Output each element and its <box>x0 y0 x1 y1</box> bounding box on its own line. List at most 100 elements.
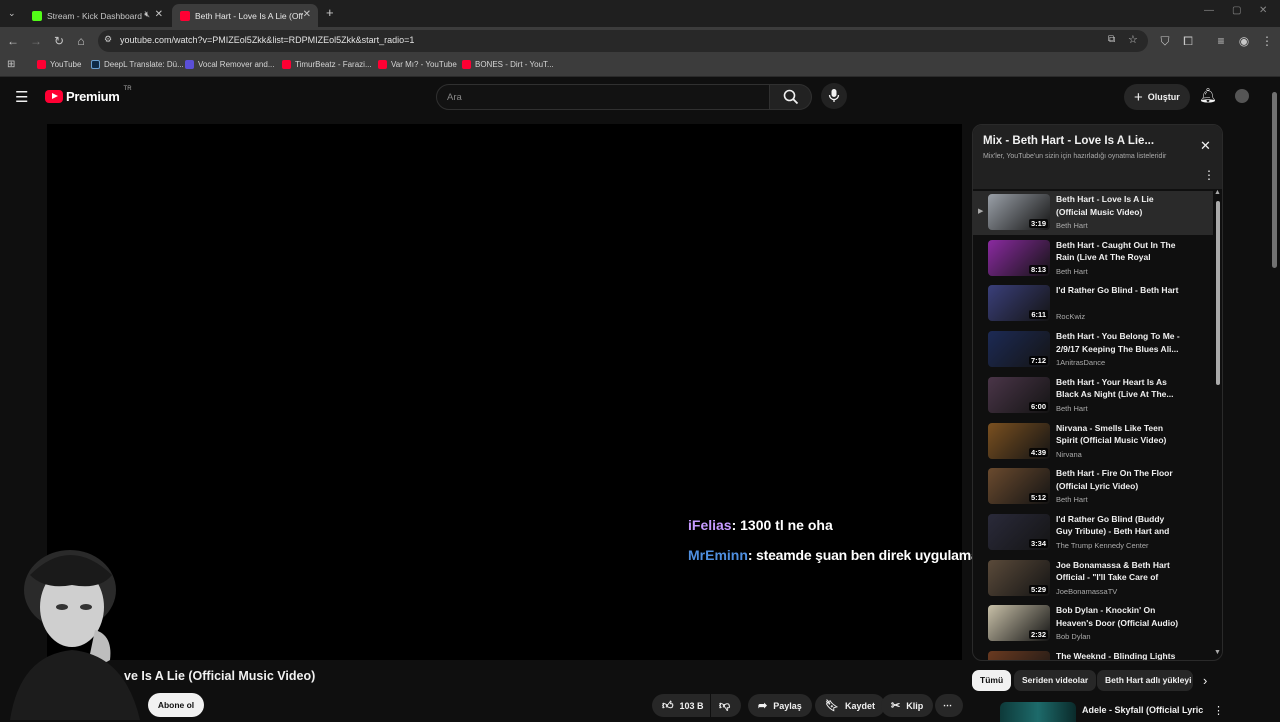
bookmark-icon: 🔖︎ <box>825 700 839 712</box>
tab-close-icon[interactable]: ✕ <box>303 9 311 20</box>
playlist-thumbnail[interactable]: 5:29 <box>988 559 1050 596</box>
chip-label: Seriden videolar <box>1022 675 1089 685</box>
page-scrollbar-thumb[interactable] <box>1272 92 1277 268</box>
reload-icon[interactable]: ↻ <box>52 34 66 48</box>
tab-close-icon[interactable]: ✕ <box>155 9 163 20</box>
avatar[interactable] <box>1235 89 1249 103</box>
youtube-icon <box>462 60 471 69</box>
video-title: ve Is A Lie (Official Music Video) <box>124 669 316 683</box>
extension-shield-icon[interactable]: ⛉ <box>1158 34 1172 48</box>
window-close-icon[interactable]: ✕ <box>1259 5 1267 16</box>
clip-button[interactable]: ✂ Klip <box>881 694 934 717</box>
bookmark-timurbeatz[interactable]: TimurBeatz - Farazi... <box>282 60 372 69</box>
scroll-down-icon[interactable]: ▼ <box>1214 649 1221 656</box>
playlist-item-title: Joe Bonamassa & Beth Hart Official - "I'… <box>1056 559 1170 583</box>
bookmark-star-icon[interactable]: ☆ <box>1128 33 1138 46</box>
install-icon[interactable]: ⧉ <box>1108 34 1115 45</box>
playlist-item[interactable]: 4:39 Nirvana - Smells Like Teen Spirit (O… <box>973 420 1213 464</box>
guide-menu-icon[interactable]: ☰ <box>15 88 28 106</box>
subscribe-button[interactable]: Abone ol <box>148 693 204 717</box>
playlist-thumbnail[interactable]: 5:12 <box>988 468 1050 505</box>
playlist-thumbnail[interactable]: 8:13 <box>988 239 1050 276</box>
playlist-menu-icon[interactable]: ⋮ <box>1203 168 1215 182</box>
scrollbar-track[interactable]: ▲ ▼ <box>1214 189 1222 660</box>
bookmark-bones-dirt[interactable]: BONES - Dirt - YouT... <box>462 60 554 69</box>
tab-kick-dashboard[interactable]: Stream - Kick Dashboard 🔇︎ ✕ <box>24 4 170 27</box>
share-button[interactable]: ➦ Paylaş <box>748 694 812 717</box>
playlist-thumbnail[interactable] <box>988 651 1050 660</box>
playlist-item-title: Beth Hart - Fire On The Floor (Official … <box>1056 468 1173 491</box>
chip-uploader[interactable]: Beth Hart adlı yükleyi <box>1097 670 1193 691</box>
playlist-item-title: I'd Rather Go Blind (Buddy Guy Tribute) … <box>1056 513 1170 537</box>
duration-badge: 2:32 <box>1028 630 1048 640</box>
playlist-thumbnail[interactable]: 6:11 <box>988 285 1050 322</box>
search-input[interactable]: Ara <box>436 84 770 110</box>
like-button[interactable]: 👍︎ 103 B <box>652 694 710 717</box>
playlist-thumbnail[interactable]: 6:00 <box>988 376 1050 413</box>
new-tab-button[interactable]: + <box>326 5 334 20</box>
playlist-thumbnail[interactable]: 2:32 <box>988 605 1050 642</box>
suggested-title[interactable]: Adele - Skyfall (Official Lyric <box>1082 705 1203 715</box>
chip-series-videos[interactable]: Seriden videolar <box>1014 670 1097 691</box>
bookmark-var-mi[interactable]: Var Mı? - YouTube <box>378 60 457 69</box>
bookmark-vocal-remover[interactable]: Vocal Remover and... <box>185 60 274 69</box>
video-player[interactable] <box>47 124 962 660</box>
playlist-item-title: Beth Hart - Love Is A Lie (Official Musi… <box>1056 194 1154 217</box>
suggested-menu-icon[interactable]: ⋮ <box>1213 704 1224 717</box>
playlist-item[interactable]: 6:00 Beth Hart - Your Heart Is As Black A… <box>973 374 1213 418</box>
playlist-item[interactable]: 2:32 Bob Dylan - Knockin' On Heaven's Doo… <box>973 602 1213 646</box>
playlist-item[interactable]: 5:12 Beth Hart - Fire On The Floor (Offic… <box>973 465 1213 509</box>
chevron-right-icon[interactable]: › <box>1203 673 1207 688</box>
playlist-item[interactable]: 7:12 Beth Hart - You Belong To Me - 2/9/1… <box>973 328 1213 372</box>
search-button[interactable] <box>770 84 812 110</box>
playlist-item[interactable]: The Weeknd - Blinding Lights <box>973 648 1213 660</box>
youtube-icon <box>282 60 291 69</box>
save-button[interactable]: 🔖︎ Kaydet <box>815 694 885 717</box>
minimize-icon[interactable]: — <box>1204 5 1214 16</box>
playlist-item[interactable]: 5:29 Joe Bonamassa & Beth Hart Official -… <box>973 557 1213 601</box>
playlist-item[interactable]: ▶ 3:19 Beth Hart - Love Is A Lie (Official… <box>973 191 1213 235</box>
address-bar[interactable]: ⚙︎ youtube.com/watch?v=PMIZEol5Zkk&list=… <box>98 30 1148 52</box>
notifications-bell-icon[interactable]: 🔔︎ <box>1199 87 1217 104</box>
playlist-thumbnail[interactable]: 3:19 <box>988 194 1050 230</box>
chip-all[interactable]: Tümü <box>972 670 1012 691</box>
youtube-premium-logo[interactable]: Premium TR <box>45 86 132 104</box>
voice-search-button[interactable] <box>821 83 847 109</box>
dislike-button[interactable]: 👎︎ <box>711 694 741 717</box>
more-actions-button[interactable]: ⋯ <box>935 694 963 717</box>
suggested-thumbnail[interactable] <box>1000 702 1076 722</box>
forward-icon[interactable]: → <box>29 34 43 48</box>
playlist-item[interactable]: 3:34 I'd Rather Go Blind (Buddy Guy Tribu… <box>973 511 1213 555</box>
bookmark-youtube[interactable]: YouTube <box>37 60 81 69</box>
menu-icon[interactable]: ⋮ <box>1260 34 1274 48</box>
playlist-title[interactable]: Mix - Beth Hart - Love Is A Lie... <box>983 135 1154 147</box>
playlist-item[interactable]: 8:13 Beth Hart - Caught Out In The Rain (… <box>973 237 1213 281</box>
site-info-icon[interactable]: ⚙︎ <box>104 34 112 45</box>
chat-username: iFelias <box>688 517 732 533</box>
webcam-overlay <box>10 550 140 720</box>
home-icon[interactable]: ⌂ <box>74 34 88 48</box>
playlist-thumbnail[interactable]: 7:12 <box>988 331 1050 368</box>
url-text: youtube.com/watch?v=PMIZEol5Zkk&list=RDP… <box>120 35 415 45</box>
playlist-item-channel: The Trump Kennedy Center <box>1056 540 1149 550</box>
maximize-icon[interactable]: ▢ <box>1232 5 1241 16</box>
kick-icon <box>32 10 42 21</box>
bookmark-deepl[interactable]: DeepL Translate: Dü... <box>91 60 184 69</box>
scroll-up-icon[interactable]: ▲ <box>1214 189 1221 196</box>
playlist-item-channel: Beth Hart <box>1056 266 1088 276</box>
apps-icon[interactable]: ⊞ <box>7 59 15 70</box>
tab-search-icon[interactable]: ⌄ <box>8 8 16 19</box>
create-button[interactable]: + Oluştur <box>1124 84 1190 110</box>
back-icon[interactable]: ← <box>6 34 20 48</box>
profile-icon[interactable]: ◉ <box>1237 34 1251 48</box>
mute-icon[interactable]: 🔇︎ <box>144 9 150 20</box>
scrollbar-thumb[interactable] <box>1216 201 1220 385</box>
media-control-icon[interactable]: ≡ <box>1214 34 1228 48</box>
playlist-thumbnail[interactable]: 3:34 <box>988 513 1050 550</box>
playlist-thumbnail[interactable]: 4:39 <box>988 422 1050 459</box>
tab-youtube-video[interactable]: Beth Hart - Love Is A Lie (Officia ✕ <box>172 4 318 27</box>
playlist-item[interactable]: 6:11 I'd Rather Go Blind - Beth Hart RocKw… <box>973 282 1213 326</box>
close-icon[interactable]: ✕ <box>1200 138 1211 154</box>
like-count: 103 B <box>679 700 704 711</box>
extensions-icon[interactable]: ⧠ <box>1181 34 1195 48</box>
